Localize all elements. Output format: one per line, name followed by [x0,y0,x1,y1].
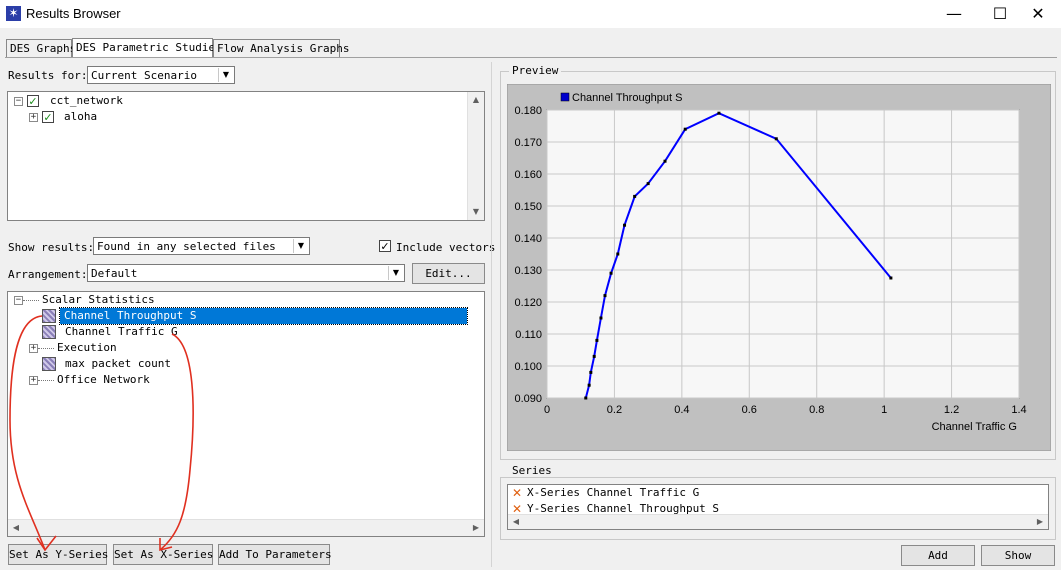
data-point [616,252,620,256]
x-tick-label: 1.2 [944,404,959,416]
expand-icon[interactable]: + [29,113,38,122]
add-button[interactable]: Add [901,545,975,566]
chevron-down-icon[interactable]: ▼ [388,266,403,280]
data-point [717,111,721,115]
tree-item-aloha[interactable]: aloha [64,109,97,125]
y-tick-label: 0.180 [514,105,542,117]
annotation-arrow-x [159,333,194,551]
splitter[interactable] [491,62,492,567]
preview-chart: 0.090 0.100 0.110 0.120 0.130 0.140 0.150 0.160… [507,84,1051,451]
x-tick-label: 0.2 [607,404,622,416]
arrangement-label: Arrangement: [8,268,88,281]
window-title: Results Browser [26,6,121,21]
tree-item-cct-network[interactable]: cct_network [50,93,123,109]
x-series-icon: ✕ [511,486,523,500]
chevron-down-icon[interactable]: ▼ [293,239,308,253]
series-list: ✕ X-Series Channel Traffic G ✕ Y-Series … [507,484,1049,530]
data-point [592,354,596,358]
y-tick-label: 0.140 [514,233,542,245]
show-results-value: Found in any selected files [97,240,276,253]
results-for-dropdown[interactable]: Current Scenario ▼ [87,66,235,84]
data-point [587,383,591,387]
data-point [683,127,687,131]
annotation-arrows [9,315,194,552]
scroll-left-icon[interactable]: ◀ [508,514,524,529]
show-results-dropdown[interactable]: Found in any selected files ▼ [93,237,310,255]
scroll-down-icon[interactable]: ▼ [468,204,484,220]
check-icon[interactable]: ✓ [27,95,39,107]
include-vectors-label: Include vectors [396,241,496,254]
show-button[interactable]: Show [981,545,1055,566]
minimize-button[interactable]: — [931,0,977,28]
series-item-x[interactable]: X-Series Channel Traffic G [527,485,699,501]
y-tick-label: 0.150 [514,201,542,213]
data-point [889,276,893,280]
arrangement-dropdown[interactable]: Default ▼ [87,264,405,282]
data-point [603,294,607,298]
y-tick-label: 0.160 [514,169,542,181]
tab-flow-analysis-graphs[interactable]: Flow Analysis Graphs [213,39,349,57]
x-tick-label: 0.4 [674,404,689,416]
y-tick-label: 0.110 [515,329,542,341]
data-point [633,194,637,198]
legend-swatch [560,92,570,102]
y-tick-label: 0.130 [514,265,542,277]
file-tree: − ✓ cct_network + ✓ aloha ▲ ▼ [7,91,485,221]
y-tick-label: 0.170 [514,137,542,149]
app-star-icon: ✶ [6,6,21,21]
data-point [584,396,588,400]
legend-label: Channel Throughput S [572,92,683,104]
edit-button[interactable]: Edit... [412,263,485,284]
x-tick-label: 1 [881,404,887,416]
scroll-up-icon[interactable]: ▲ [468,92,484,108]
arrangement-value: Default [91,267,138,280]
scroll-right-icon[interactable]: ▶ [468,520,484,536]
data-point [589,370,593,374]
x-tick-label: 1.4 [1011,404,1026,416]
results-for-label: Results for: [8,69,88,82]
tab-des-parametric-studies[interactable]: DES Parametric Studies [72,38,222,58]
x-axis-label: Channel Traffic G [932,421,1017,433]
data-point [599,316,603,320]
scroll-right-icon[interactable]: ▶ [1032,514,1048,529]
data-point [623,223,627,227]
collapse-icon[interactable]: − [14,97,23,106]
x-tick-label: 0 [544,404,550,416]
tab-des-graphs[interactable]: DES Graphs [6,39,76,57]
check-icon[interactable]: ✓ [42,111,54,123]
data-point [646,182,650,186]
tab-divider [5,57,1057,58]
series-label: Series [509,464,555,477]
close-button[interactable]: ✕ [1015,0,1061,28]
x-tick-label: 0.8 [809,404,824,416]
show-results-label: Show results: [8,241,95,254]
data-point [609,271,613,275]
annotation-arrow-y [9,315,46,551]
series-list-scrollbar[interactable]: ◀ ▶ [508,514,1048,529]
data-point [774,137,778,141]
title-bar: ✶ Results Browser — ☐ ✕ [0,0,1061,28]
y-tick-label: 0.100 [514,361,542,373]
y-tick-label: 0.120 [514,297,542,309]
data-point [595,338,599,342]
file-tree-scrollbar[interactable]: ▲ ▼ [467,92,484,220]
include-vectors-checkbox[interactable]: ✓ [379,240,391,252]
results-for-value: Current Scenario [91,69,197,82]
y-tick-label: 0.090 [514,393,542,405]
data-point [663,159,667,163]
x-tick-label: 0.6 [742,404,757,416]
preview-label: Preview [509,64,562,77]
chevron-down-icon[interactable]: ▼ [218,68,233,82]
